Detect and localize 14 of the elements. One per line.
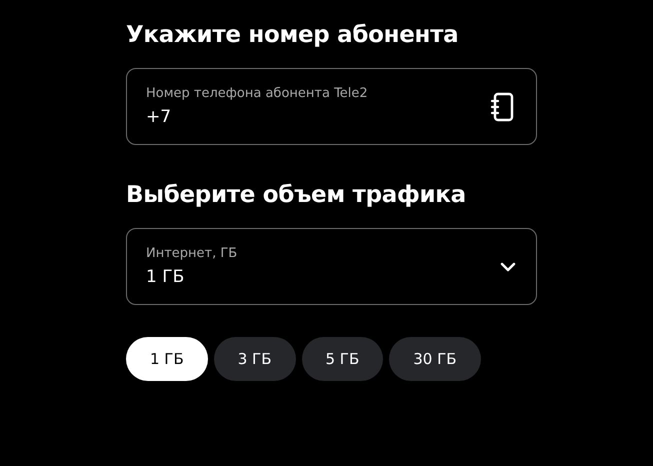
chevron-down-icon [500,262,516,272]
field-value: +7 [146,107,172,127]
volume-chip[interactable]: 5 ГБ [302,337,384,381]
notebook-icon[interactable] [490,92,516,122]
volume-chip[interactable]: 30 ГБ [389,337,481,381]
traffic-dropdown[interactable]: Интернет, ГБ 1 ГБ [126,228,537,305]
section-title: Укажите номер абонента [126,21,460,50]
volume-chip[interactable]: 3 ГБ [214,337,296,381]
field-label: Номер телефона абонента Tele2 [146,86,369,101]
phone-input-field[interactable]: Номер телефона абонента Tele2 +7 [126,68,537,145]
field-label: Интернет, ГБ [146,246,238,261]
volume-chip[interactable]: 1 ГБ [126,337,208,381]
field-value: 1 ГБ [146,267,186,287]
section-title: Выберите объем трафика [126,181,467,210]
